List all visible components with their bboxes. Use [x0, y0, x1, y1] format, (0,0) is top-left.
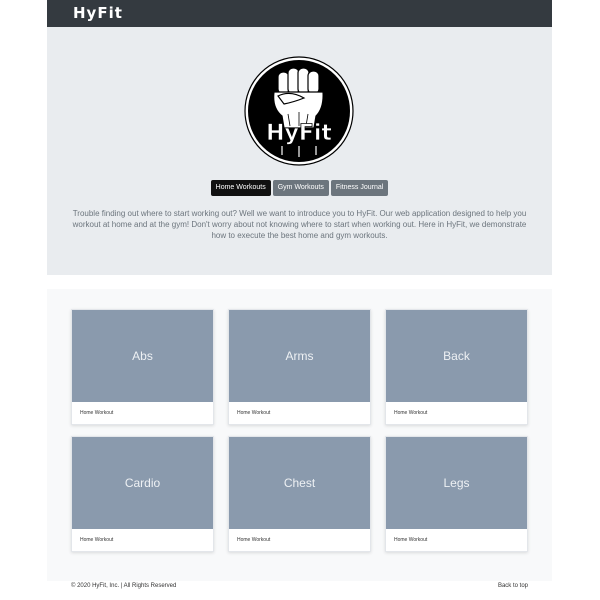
card-subtitle: Home Workout — [80, 537, 114, 543]
card-cardio: Cardio Home Workout — [71, 436, 214, 552]
workout-album: Abs Home Workout Arms Home Workout Back … — [47, 289, 552, 581]
card-subtitle: Home Workout — [80, 410, 114, 416]
card-subtitle: Home Workout — [394, 537, 428, 543]
brand-logo[interactable]: HyFit — [73, 4, 123, 22]
card-subtitle: Home Workout — [237, 410, 271, 416]
card-image-chest[interactable]: Chest — [229, 437, 370, 529]
card-chest: Chest Home Workout — [228, 436, 371, 552]
home-workouts-button[interactable]: Home Workouts — [210, 180, 271, 196]
card-subtitle: Home Workout — [394, 410, 428, 416]
page-frame: HyFit HyFit Home Workouts Gym Workouts F… — [47, 0, 552, 600]
footer-copyright: © 2020 HyFit, Inc. | All Rights Reserved — [71, 583, 177, 589]
gym-workouts-button[interactable]: Gym Workouts — [272, 180, 329, 196]
card-back: Back Home Workout — [385, 309, 528, 425]
card-arms: Arms Home Workout — [228, 309, 371, 425]
hero-section: HyFit Home Workouts Gym Workouts Fitness J… — [47, 27, 552, 275]
card-subtitle: Home Workout — [237, 537, 271, 543]
card-image-legs[interactable]: Legs — [386, 437, 527, 529]
back-to-top-link[interactable]: Back to top — [498, 583, 528, 589]
fitness-journal-button[interactable]: Fitness Journal — [330, 180, 389, 196]
logo-text: HyFit — [266, 121, 332, 146]
card-image-back[interactable]: Back — [386, 310, 527, 402]
card-legs: Legs Home Workout — [385, 436, 528, 552]
workout-nav-buttons: Home Workouts Gym Workouts Fitness Journal — [47, 180, 552, 196]
navbar: HyFit — [47, 0, 552, 27]
hero-description: Trouble finding out where to start worki… — [72, 209, 527, 240]
card-image-abs[interactable]: Abs — [72, 310, 213, 402]
card-image-cardio[interactable]: Cardio — [72, 437, 213, 529]
card-abs: Abs Home Workout — [71, 309, 214, 425]
card-image-arms[interactable]: Arms — [229, 310, 370, 402]
hyfit-fist-logo: HyFit — [244, 56, 354, 166]
